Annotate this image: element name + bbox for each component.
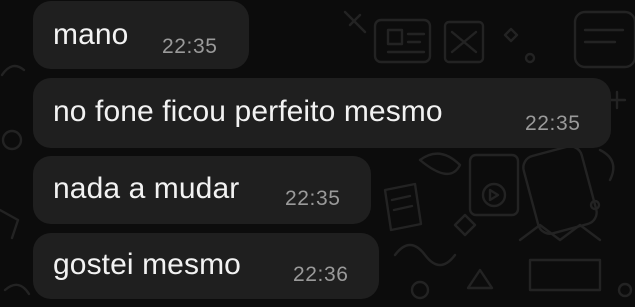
message-text: nada a mudar bbox=[53, 172, 240, 205]
message-text: no fone ficou perfeito mesmo bbox=[53, 95, 443, 128]
message-text: mano bbox=[53, 18, 129, 51]
chat-conversation: mano 22:35 no fone ficou perfeito mesmo … bbox=[0, 0, 635, 307]
message-timestamp: 22:35 bbox=[285, 187, 341, 210]
message-bubble[interactable]: no fone ficou perfeito mesmo 22:35 bbox=[33, 78, 611, 148]
message-bubble[interactable]: gostei mesmo 22:36 bbox=[33, 233, 379, 299]
message-timestamp: 22:35 bbox=[525, 112, 581, 135]
message-bubble[interactable]: mano 22:35 bbox=[33, 1, 249, 69]
message-text: gostei mesmo bbox=[53, 248, 241, 281]
message-timestamp: 22:36 bbox=[293, 263, 349, 286]
message-bubble[interactable]: nada a mudar 22:35 bbox=[33, 156, 371, 224]
message-timestamp: 22:35 bbox=[162, 35, 218, 58]
